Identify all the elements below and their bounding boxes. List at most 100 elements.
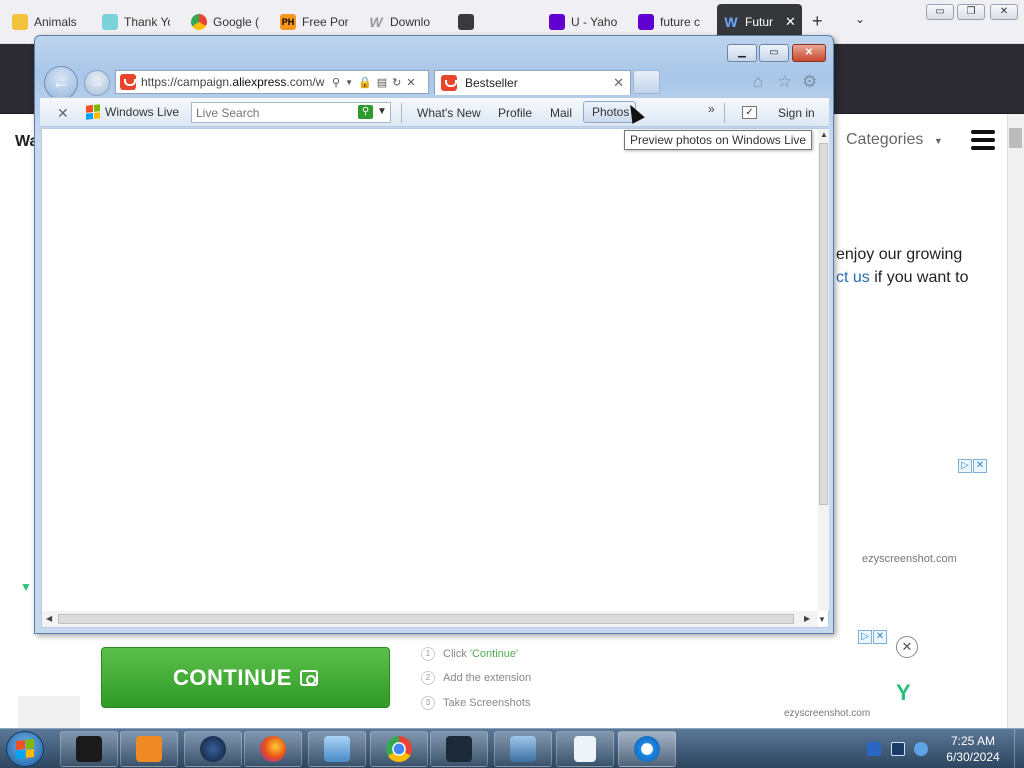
continue-label: CONTINUE [173,664,292,690]
star-icon[interactable]: ☆ [777,72,792,92]
scroll-left-arrow-icon[interactable]: ◀ [46,614,52,623]
ie-window: ▁ ▭ ✕ ← → https://campaign.aliexpress.co… [34,35,834,634]
close-icon[interactable]: ✕ [785,14,796,30]
body-text: ct us if you want to [836,269,969,287]
search-icon[interactable]: ⚲ [358,105,373,119]
adchoices-icon[interactable]: ▷ [858,630,872,644]
whats-new-link[interactable]: What's New [417,106,481,120]
search-icon[interactable]: ⚲ [332,76,340,89]
system-clock[interactable]: 7:25 AM 6/30/2024 [934,733,1012,765]
scroll-right-arrow-icon[interactable]: ▶ [804,614,810,623]
divider [401,103,402,123]
firefox-tab-free-por[interactable]: PH Free Por [274,8,348,36]
mail-link[interactable]: Mail [550,106,572,120]
lock-icon[interactable]: 🔒 [358,76,372,89]
close-button[interactable]: ✕ [990,4,1018,20]
sign-in-link[interactable]: Sign in [778,106,815,120]
display-icon[interactable] [891,742,905,756]
tooltip: Preview photos on Windows Live [624,130,813,150]
taskbar-item-monitor[interactable] [430,731,488,767]
start-button[interactable] [6,731,44,767]
close-icon[interactable]: ✕ [57,105,69,122]
taskbar-item-chrome[interactable] [370,731,428,767]
tab-label: U - Yaho [571,15,617,29]
caret-down-icon: ▼ [933,136,943,146]
yahoo-icon [549,14,565,30]
dropdown-arrow-icon[interactable]: ▼ [377,106,387,117]
new-tab-icon[interactable]: + [812,11,823,32]
ad-side-panel [18,696,80,728]
address-bar[interactable]: https://campaign.aliexpress.com/w ⚲ ▼ 🔒 … [115,70,429,94]
profile-link[interactable]: Profile [498,106,532,120]
horizontal-scrollbar-thumb[interactable] [58,614,794,624]
taskbar-item-media-center[interactable] [308,731,366,767]
show-desktop-button[interactable] [1014,729,1024,768]
taskbar-item-notepad[interactable] [556,731,614,767]
home-icon[interactable]: ⌂ [753,72,763,92]
step-number: 3 [421,696,435,710]
tab-label: Downlo [390,15,431,29]
vertical-scrollbar-thumb[interactable] [819,143,828,505]
scroll-up-arrow-icon[interactable]: ▲ [820,130,828,139]
firefox-tab-yahoo[interactable]: U - Yaho [543,8,617,36]
windows-live-button[interactable]: Windows Live [86,104,179,120]
contact-link[interactable]: ct us [836,269,870,286]
firefox-tab-hidden[interactable] [452,8,532,36]
close-circle-icon[interactable]: ✕ [896,636,918,658]
windows-live-toolbar: ✕ Windows Live ⚲ ▼ What's New Profile Ma… [40,97,829,127]
maximize-button[interactable]: ▭ [759,44,789,62]
ad-close-icon[interactable]: ✕ [873,630,887,644]
close-icon[interactable]: ✕ [613,75,624,91]
new-tab-button[interactable] [633,70,660,94]
refresh-icon[interactable]: ↻ [392,76,401,89]
continue-button[interactable]: CONTINUE [101,647,390,708]
ad-step: 3 Take Screenshots [421,696,530,710]
back-arrow-icon[interactable]: ← [44,66,78,100]
stop-icon[interactable]: ✕ [406,76,415,89]
taskbar-item-internet-explorer[interactable] [618,731,676,767]
dropdown-arrow-icon[interactable]: ▼ [345,78,353,87]
horizontal-scrollbar[interactable]: ◀ ▶ [42,611,818,627]
w-icon: W [369,14,383,30]
vertical-scrollbar[interactable]: ▲ [818,129,829,611]
firefox-tab-thank-you[interactable]: Thank Yo [96,8,170,36]
monitor-icon [446,736,472,762]
clock-time: 7:25 AM [950,734,996,748]
network-icon[interactable] [914,742,928,756]
close-button[interactable]: ✕ [792,44,826,62]
taskbar-item-media-player[interactable] [120,731,178,767]
compat-view-icon[interactable]: ▤ [377,76,387,89]
firefox-tab-future[interactable]: future c [632,8,706,36]
minimize-button[interactable]: ▭ [926,4,954,20]
page-scrollbar-thumb[interactable] [1009,128,1022,148]
scroll-down-arrow-icon[interactable]: ▼ [818,615,826,624]
firefox-tab-google[interactable]: Google ( [185,8,259,36]
more-chevron-icon[interactable]: » [708,102,715,116]
ie-tab-bestseller[interactable]: Bestseller ✕ [434,70,631,95]
firefox-tab-download[interactable]: W Downlo [362,8,436,36]
aliexpress-icon [120,74,136,90]
minimize-button[interactable]: ▁ [727,44,757,62]
tray-app-icon[interactable] [867,742,881,756]
restore-button[interactable]: ❐ [957,4,985,20]
taskbar-item-firefox[interactable] [244,731,302,767]
taskbar-item-photo-viewer[interactable] [494,731,552,767]
hamburger-menu-button[interactable] [971,130,995,150]
internet-explorer-icon [634,736,660,762]
divider [724,103,725,123]
ad-watermark: ezyscreenshot.com [784,708,871,719]
ph-icon: PH [280,14,296,30]
funnel-icon: ▼ [20,580,32,594]
taskbar-item-globe[interactable] [184,731,242,767]
ad-close-icon[interactable]: ✕ [973,459,987,473]
page-scrollbar[interactable] [1007,114,1024,728]
adchoices-icon[interactable]: ▷ [958,459,972,473]
gear-icon[interactable]: ⚙ [802,72,817,92]
body-text-rest: if you want to [869,269,969,286]
taskbar-item-dark-window[interactable] [60,731,118,767]
forward-arrow-icon[interactable]: → [84,70,110,96]
chevron-down-icon[interactable]: ⌄ [855,12,865,26]
categories-menu[interactable]: Categories ▼ [846,131,943,149]
firefox-tab-animals[interactable]: Animals [6,8,80,36]
checkbox-icon[interactable]: ✓ [742,106,757,119]
